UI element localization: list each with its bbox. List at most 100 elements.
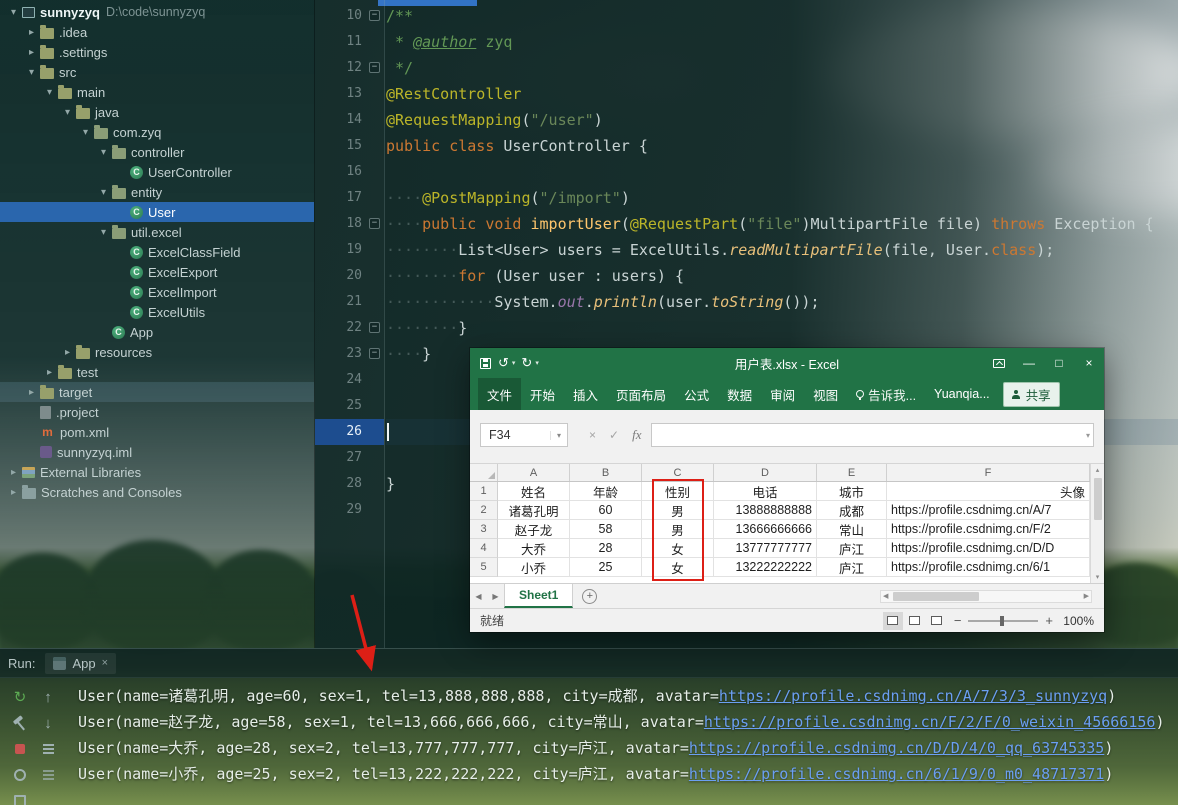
fold-marker-icon[interactable]: − xyxy=(369,10,380,21)
column-header-C[interactable]: C xyxy=(642,464,714,481)
zoom-out-icon[interactable]: − xyxy=(954,613,962,628)
cell-F3[interactable]: https://profile.csdnimg.cn/F/2 xyxy=(887,520,1090,539)
cell-D4[interactable]: 13777777777 xyxy=(714,539,817,558)
tree-item-excelexport[interactable]: C ExcelExport xyxy=(0,262,314,282)
cell-F4[interactable]: https://profile.csdnimg.cn/D/D xyxy=(887,539,1090,558)
redo-dropdown-icon[interactable]: ▾ xyxy=(535,359,539,367)
scroll-down-icon[interactable]: ▾ xyxy=(1096,573,1100,581)
expanded-chevron-icon[interactable]: ▾ xyxy=(96,187,111,198)
collapsed-chevron-icon[interactable]: ▸ xyxy=(42,367,57,378)
row-header-3[interactable]: 3 xyxy=(470,520,498,539)
horizontal-scroll-thumb[interactable] xyxy=(893,591,979,601)
column-header-D[interactable]: D xyxy=(714,464,817,481)
tree-item-util-excel[interactable]: ▾ util.excel xyxy=(0,222,314,242)
pin-icon[interactable] xyxy=(6,788,34,805)
zoom-slider[interactable] xyxy=(968,615,1039,626)
ribbon-display-options-icon[interactable] xyxy=(984,348,1014,378)
cell-A5[interactable]: 小乔 xyxy=(498,558,570,577)
skip-icon[interactable] xyxy=(34,736,62,762)
cell-E1[interactable]: 城市 xyxy=(817,482,887,501)
cell-E4[interactable]: 庐江 xyxy=(817,539,887,558)
tree-item-excelutils[interactable]: C ExcelUtils xyxy=(0,302,314,322)
column-header-E[interactable]: E xyxy=(817,464,887,481)
collapsed-chevron-icon[interactable]: ▸ xyxy=(24,27,39,38)
account-name[interactable]: Yuanqia... xyxy=(925,378,999,410)
minimize-icon[interactable]: — xyxy=(1014,348,1044,378)
row-header-5[interactable]: 5 xyxy=(470,558,498,577)
expanded-chevron-icon[interactable]: ▾ xyxy=(96,147,111,158)
fold-marker-icon[interactable]: − xyxy=(369,348,380,359)
excel-titlebar[interactable]: ↺ ▾ ↻ ▾ 用户表.xlsx - Excel — □ × xyxy=(470,348,1104,378)
rerun-icon[interactable]: ↻ xyxy=(6,684,34,710)
tree-item-java[interactable]: ▾ java xyxy=(0,102,314,122)
ribbon-tab-5[interactable]: 数据 xyxy=(718,378,761,410)
close-icon[interactable]: × xyxy=(1074,348,1104,378)
expanded-chevron-icon[interactable]: ▾ xyxy=(78,127,93,138)
new-sheet-button[interactable]: + xyxy=(582,588,598,604)
column-header-B[interactable]: B xyxy=(570,464,642,481)
tree-item-main[interactable]: ▾ main xyxy=(0,82,314,102)
tree-item-entity[interactable]: ▾ entity xyxy=(0,182,314,202)
console-link[interactable]: https://profile.csdnimg.cn/6/1/9/0_m0_48… xyxy=(689,765,1104,783)
namebox-dropdown-icon[interactable]: ▾ xyxy=(550,430,567,440)
tree-item--project[interactable]: .project xyxy=(0,402,314,422)
undo-dropdown-icon[interactable]: ▾ xyxy=(512,359,516,367)
tree-item-usercontroller[interactable]: C UserController xyxy=(0,162,314,182)
cell-E3[interactable]: 常山 xyxy=(817,520,887,539)
hammer-icon[interactable] xyxy=(6,710,34,736)
page-layout-view-icon[interactable] xyxy=(905,612,925,630)
cell-B3[interactable]: 58 xyxy=(570,520,642,539)
row-header-1[interactable]: 1 xyxy=(470,482,498,501)
hscroll-left-icon[interactable]: ◀ xyxy=(883,592,888,600)
insert-function-icon[interactable]: fx xyxy=(629,423,644,447)
expanded-chevron-icon[interactable]: ▾ xyxy=(42,87,57,98)
stop-icon[interactable] xyxy=(6,736,34,762)
ribbon-tab-file[interactable]: 文件 xyxy=(478,378,522,410)
expanded-chevron-icon[interactable]: ▾ xyxy=(60,107,75,118)
cell-B2[interactable]: 60 xyxy=(570,501,642,520)
undo-icon[interactable]: ↺ xyxy=(498,355,509,371)
row-header-2[interactable]: 2 xyxy=(470,501,498,520)
collapsed-chevron-icon[interactable]: ▸ xyxy=(60,347,75,358)
tree-item-resources[interactable]: ▸ resources xyxy=(0,342,314,362)
cell-B4[interactable]: 28 xyxy=(570,539,642,558)
tree-item-excelimport[interactable]: C ExcelImport xyxy=(0,282,314,302)
cell-E2[interactable]: 成都 xyxy=(817,501,887,520)
console-link[interactable]: https://profile.csdnimg.cn/A/7/3/3_sunny… xyxy=(719,687,1107,705)
vertical-scrollbar[interactable]: ▴ ▾ xyxy=(1090,464,1104,583)
fold-marker-icon[interactable]: − xyxy=(369,322,380,333)
zoom-level[interactable]: 100% xyxy=(1060,614,1094,628)
cell-D5[interactable]: 13222222222 xyxy=(714,558,817,577)
cell-A2[interactable]: 诸葛孔明 xyxy=(498,501,570,520)
tree-item-sunnyzyq-iml[interactable]: sunnyzyq.iml xyxy=(0,442,314,462)
tree-item-sunnyzyq[interactable]: ▾ sunnyzyq D:\code\sunnyzyq xyxy=(0,2,314,22)
expanded-chevron-icon[interactable]: ▾ xyxy=(24,67,39,78)
column-header-A[interactable]: A xyxy=(498,464,570,481)
ribbon-tab-3[interactable]: 页面布局 xyxy=(607,378,675,410)
zoom-in-icon[interactable]: + xyxy=(1045,613,1053,628)
cell-A3[interactable]: 赵子龙 xyxy=(498,520,570,539)
tree-item-excelclassfield[interactable]: C ExcelClassField xyxy=(0,242,314,262)
list-icon[interactable] xyxy=(34,762,62,788)
tree-item-user[interactable]: C User xyxy=(0,202,314,222)
save-icon[interactable] xyxy=(480,357,491,369)
cell-C5[interactable]: 女 xyxy=(642,558,714,577)
close-tab-icon[interactable]: × xyxy=(102,657,108,669)
tree-item--idea[interactable]: ▸ .idea xyxy=(0,22,314,42)
cell-B5[interactable]: 25 xyxy=(570,558,642,577)
tree-item--settings[interactable]: ▸ .settings xyxy=(0,42,314,62)
cell-C2[interactable]: 男 xyxy=(642,501,714,520)
select-all-corner[interactable] xyxy=(470,464,498,481)
tree-item-controller[interactable]: ▾ controller xyxy=(0,142,314,162)
cell-F2[interactable]: https://profile.csdnimg.cn/A/7 xyxy=(887,501,1090,520)
settings-icon[interactable] xyxy=(6,762,34,788)
collapsed-chevron-icon[interactable]: ▸ xyxy=(6,467,21,478)
tree-item-test[interactable]: ▸ test xyxy=(0,362,314,382)
cell-C1[interactable]: 性别 xyxy=(642,482,714,501)
vertical-scroll-thumb[interactable] xyxy=(1093,478,1102,520)
tree-item-target[interactable]: ▸ target xyxy=(0,382,314,402)
row-header-4[interactable]: 4 xyxy=(470,539,498,558)
cell-C3[interactable]: 男 xyxy=(642,520,714,539)
name-box[interactable]: F34 ▾ xyxy=(480,423,568,447)
tree-item-scratches-and-consoles[interactable]: ▸ Scratches and Consoles xyxy=(0,482,314,502)
